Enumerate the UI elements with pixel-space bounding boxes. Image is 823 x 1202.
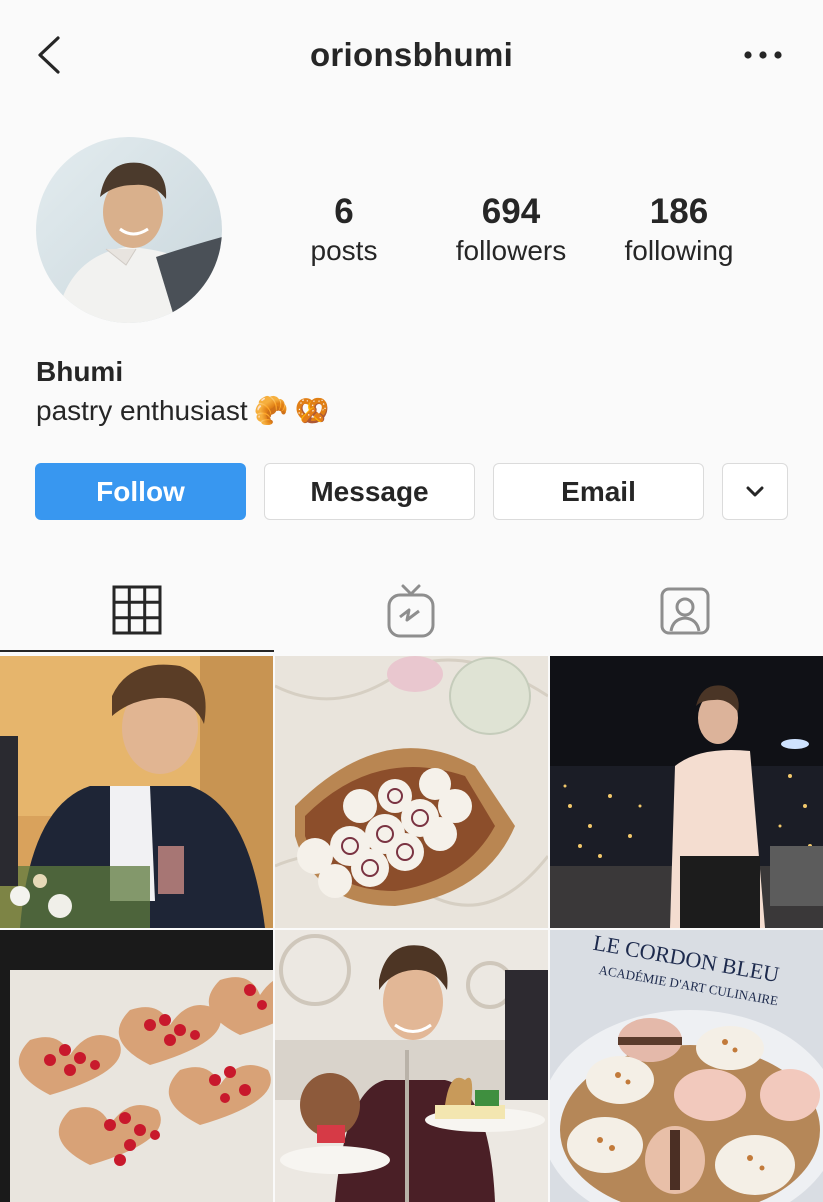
followers-label: followers (455, 235, 567, 266)
croissant-emoji: 🥐 (253, 395, 289, 426)
page-title: orionsbhumi (309, 36, 514, 73)
follow-button[interactable]: Follow (35, 463, 246, 520)
post-thumbnail[interactable] (275, 656, 548, 928)
tab-tagged[interactable] (548, 570, 822, 652)
stat-posts[interactable]: 6 posts (259, 192, 429, 270)
posts-count: 6 (334, 192, 354, 231)
tab-igtv[interactable] (274, 570, 548, 652)
more-horizontal-icon[interactable] (741, 42, 785, 68)
bio-text: pastry enthusiast (36, 394, 248, 426)
email-button[interactable]: Email (493, 463, 704, 520)
post-thumbnail[interactable]: LE CORDON BLEU ACADÉMIE D'ART CULINAIRE (550, 930, 823, 1202)
avatar[interactable] (36, 137, 222, 323)
igtv-icon (387, 584, 435, 638)
stat-following[interactable]: 186 following (594, 192, 764, 270)
profile-tabs (0, 570, 823, 652)
top-bar: orionsbhumi (0, 0, 823, 110)
tab-grid[interactable] (0, 570, 274, 652)
profile-name: Bhumi (36, 356, 124, 387)
post-thumbnail[interactable] (0, 656, 273, 928)
post-thumbnail[interactable] (275, 930, 548, 1202)
tagged-icon (660, 587, 710, 635)
message-button[interactable]: Message (264, 463, 475, 520)
chevron-down-icon (746, 486, 764, 496)
post-thumbnail[interactable] (550, 656, 823, 928)
stat-followers[interactable]: 694 followers (426, 192, 596, 270)
profile-bio: pastry enthusiast 🥐 🥨 (36, 394, 329, 427)
pretzel-emoji: 🥨 (294, 395, 330, 426)
post-thumbnail[interactable] (0, 930, 273, 1202)
grid-icon (112, 585, 162, 635)
suggestions-dropdown-button[interactable] (722, 463, 788, 520)
following-label: following (624, 235, 734, 266)
following-count: 186 (649, 192, 709, 231)
followers-count: 694 (481, 192, 541, 231)
posts-label: posts (310, 235, 378, 266)
